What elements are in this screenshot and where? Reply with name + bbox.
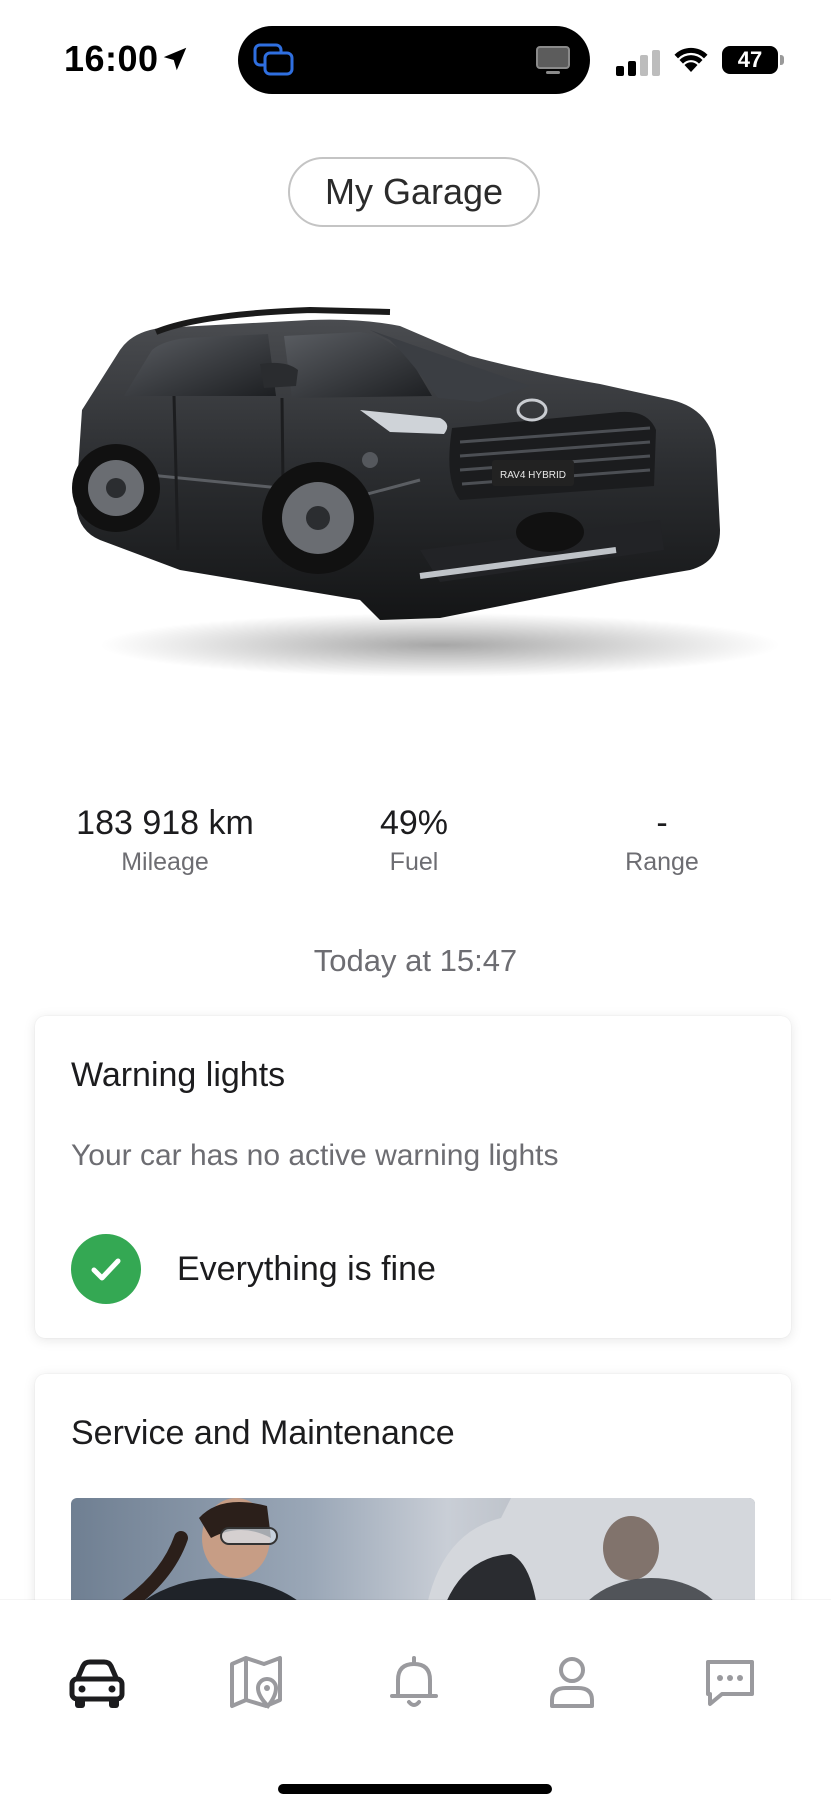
profile-icon[interactable] bbox=[540, 1650, 604, 1714]
last-updated: Today at 15:47 bbox=[313, 943, 518, 978]
range-label: Range bbox=[625, 848, 699, 876]
stat-range: - Range bbox=[532, 800, 792, 877]
check-icon bbox=[71, 1234, 141, 1304]
fuel-label: Fuel bbox=[389, 848, 439, 876]
my-garage-button[interactable]: My Garage bbox=[288, 157, 540, 227]
stat-mileage: 183 918 km Mileage bbox=[35, 800, 295, 877]
warning-lights-subtitle: Your car has no active warning lights bbox=[71, 1139, 559, 1172]
location-arrow-icon bbox=[163, 47, 187, 71]
display-icon bbox=[536, 46, 570, 74]
bottom-tab-bar bbox=[0, 1600, 831, 1800]
map-icon[interactable] bbox=[224, 1650, 288, 1714]
bell-icon[interactable] bbox=[382, 1650, 446, 1714]
front-wheel-right bbox=[516, 512, 584, 552]
status-time: 16:00 bbox=[64, 38, 159, 79]
warning-lights-title: Warning lights bbox=[71, 1056, 286, 1094]
screen-mirror-icon bbox=[253, 43, 294, 76]
mileage-label: Mileage bbox=[121, 848, 209, 876]
chat-icon[interactable] bbox=[698, 1650, 762, 1714]
stat-fuel: 49% Fuel bbox=[284, 800, 544, 877]
battery-indicator: 47 bbox=[722, 46, 784, 74]
range-value: - bbox=[656, 804, 668, 842]
app-screen: 16:00 47 My Garage RAV4 HYBRID 183 918 k… bbox=[0, 0, 831, 1800]
warning-status-text: Everything is fine bbox=[177, 1250, 436, 1288]
warning-lights-card[interactable]: Warning lights Your car has no active wa… bbox=[35, 1016, 791, 1338]
car-image: RAV4 HYBRID bbox=[72, 306, 780, 677]
vehicle-stats: 183 918 km Mileage 49% Fuel - Range bbox=[0, 800, 831, 910]
status-bar: 16:00 47 bbox=[0, 0, 831, 120]
wifi-icon bbox=[674, 47, 708, 72]
home-indicator[interactable] bbox=[278, 1784, 552, 1794]
front-wheel bbox=[262, 462, 374, 574]
mileage-value: 183 918 km bbox=[76, 804, 254, 842]
fuel-value: 49% bbox=[379, 804, 449, 842]
car-icon[interactable] bbox=[65, 1650, 129, 1714]
service-title: Service and Maintenance bbox=[71, 1414, 455, 1452]
cellular-signal-icon bbox=[616, 50, 660, 76]
license-plate-text: RAV4 HYBRID bbox=[500, 470, 566, 481]
dynamic-island bbox=[238, 26, 590, 94]
battery-cap bbox=[780, 55, 784, 65]
battery-level: 47 bbox=[737, 47, 763, 72]
rear-wheel bbox=[72, 444, 160, 532]
